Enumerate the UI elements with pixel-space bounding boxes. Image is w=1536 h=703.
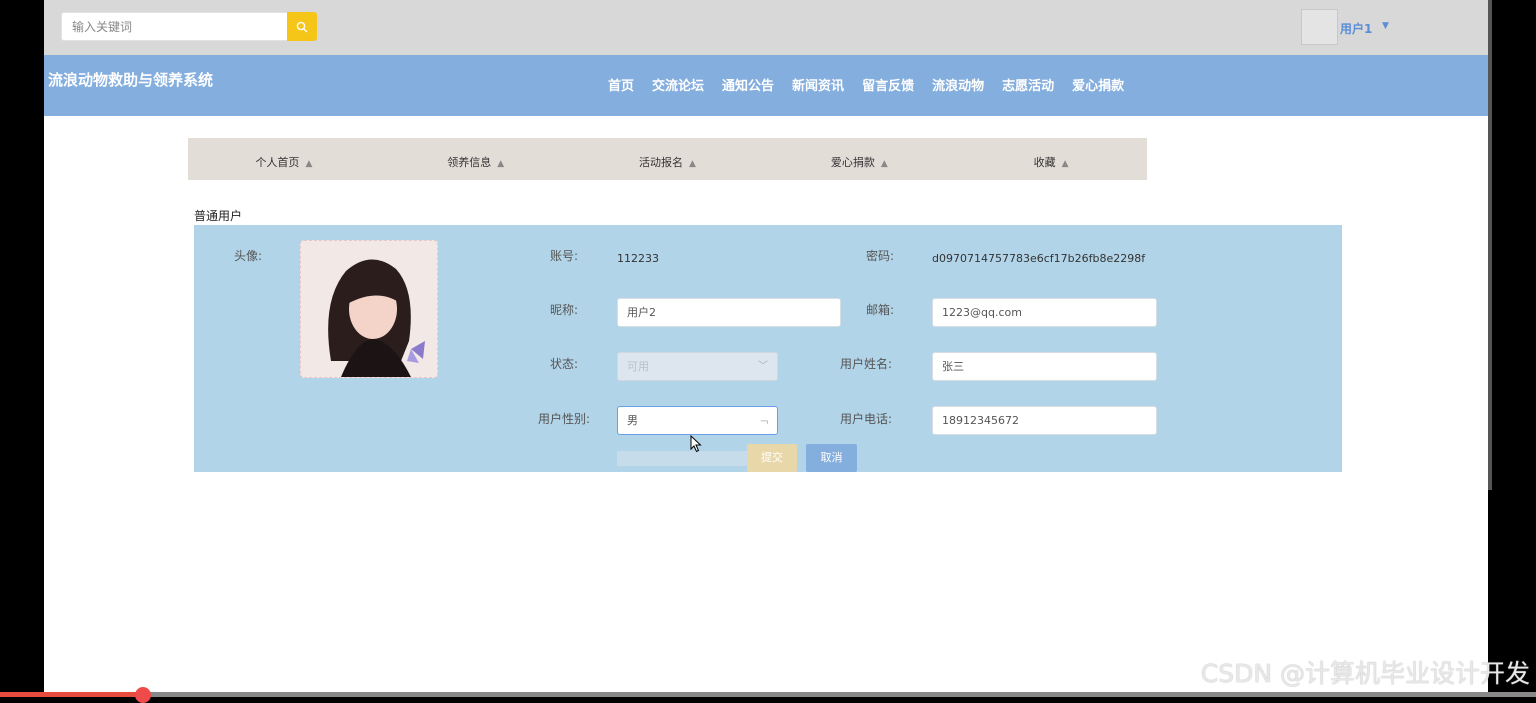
tab-label: 个人首页 (255, 156, 300, 169)
nickname-label: 昵称: (550, 303, 579, 317)
tab-label: 爱心捐款 (830, 156, 875, 169)
nickname-input[interactable]: 用户2 (617, 298, 841, 327)
submit-button[interactable]: 提交 (747, 444, 797, 472)
profile-form: 头像: 账号: 112233 密码: d0970714757783e6cf17b… (194, 225, 1342, 472)
gender-label: 用户性别: (538, 412, 591, 426)
status-value: 可用 (627, 360, 649, 373)
status-label: 状态: (550, 357, 579, 371)
password-label: 密码: (866, 249, 895, 263)
home-icon: ▲ (689, 159, 696, 169)
realname-label: 用户姓名: (840, 357, 893, 371)
gender-select[interactable]: 男 ﹁ (617, 406, 778, 435)
nav-item-notices[interactable]: 通知公告 (722, 75, 774, 94)
watermark: CSDN @计算机毕业设计开发 (1200, 659, 1530, 688)
account-value: 112233 (617, 252, 659, 265)
tab-label: 收藏 (1033, 156, 1056, 169)
phone-label: 用户电话: (840, 412, 893, 426)
tab-label: 领养信息 (447, 156, 492, 169)
progress-handle[interactable] (135, 687, 152, 703)
browser-viewport: 输入关键词 用户1 ▼ 流浪动物救助与领养系统 首页 交流论坛 通知公告 新闻资… (44, 0, 1488, 693)
video-progress-fill (0, 692, 139, 697)
phone-input[interactable]: 18912345672 (932, 406, 1157, 435)
avatar-label: 头像: (234, 249, 263, 263)
search-button[interactable] (287, 12, 317, 41)
tab-activity-signup[interactable]: 活动报名 ▲ (572, 138, 764, 180)
status-select[interactable]: 可用 ﹀ (617, 352, 778, 381)
nav-item-donation[interactable]: 爱心捐款 (1072, 75, 1124, 94)
tab-favorites[interactable]: 收藏 ▲ (955, 138, 1147, 180)
scrollbar[interactable] (1488, 0, 1492, 490)
nav-item-volunteer[interactable]: 志愿活动 (1002, 75, 1054, 94)
home-icon: ▲ (1061, 159, 1069, 169)
cancel-button[interactable]: 取消 (806, 444, 857, 472)
caret-down-icon[interactable]: ▼ (1382, 21, 1389, 31)
top-bar: 输入关键词 用户1 ▼ (44, 0, 1488, 55)
home-icon: ▲ (305, 159, 313, 169)
video-progress-bar[interactable] (0, 692, 1536, 697)
avatar-image (301, 241, 437, 377)
home-icon: ▲ (880, 159, 888, 169)
main-nav-bar: 流浪动物救助与领养系统 首页 交流论坛 通知公告 新闻资讯 留言反馈 流浪动物 … (44, 55, 1488, 116)
search-icon (296, 21, 308, 32)
nav-item-forum[interactable]: 交流论坛 (652, 75, 704, 94)
nav-menu: 首页 交流论坛 通知公告 新闻资讯 留言反馈 流浪动物 志愿活动 爱心捐款 (608, 75, 1142, 94)
nav-item-animals[interactable]: 流浪动物 (932, 75, 984, 94)
chevron-up-icon: ﹁ (758, 415, 768, 426)
dropdown-options-strip[interactable] (617, 451, 747, 466)
tab-personal-home[interactable]: 个人首页 ▲ (188, 138, 380, 180)
email-label: 邮箱: (866, 303, 895, 317)
nav-item-news[interactable]: 新闻资讯 (792, 75, 844, 94)
realname-input[interactable]: 张三 (932, 352, 1157, 381)
tab-adoption-info[interactable]: 领养信息 ▲ (380, 138, 572, 180)
user-avatar[interactable] (1301, 9, 1338, 45)
tab-donation[interactable]: 爱心捐款 ▲ (763, 138, 955, 180)
mouse-cursor-icon (690, 435, 702, 453)
user-center-tabs: 个人首页 ▲ 领养信息 ▲ 活动报名 ▲ 爱心捐款 ▲ 收藏 ▲ (188, 138, 1147, 180)
chevron-down-icon: ﹀ (758, 361, 768, 372)
search-input[interactable]: 输入关键词 (61, 12, 287, 41)
nav-item-feedback[interactable]: 留言反馈 (862, 75, 914, 94)
tab-label: 活动报名 (639, 156, 684, 169)
password-value: d0970714757783e6cf17b26fb8e2298f (932, 252, 1146, 265)
avatar-upload[interactable] (300, 240, 438, 378)
gender-value: 男 (627, 414, 638, 427)
section-label: 普通用户 (194, 209, 243, 223)
nav-item-home[interactable]: 首页 (608, 75, 634, 94)
user-name[interactable]: 用户1 (1340, 20, 1372, 37)
home-icon: ▲ (497, 159, 505, 169)
account-label: 账号: (550, 249, 579, 263)
site-title: 流浪动物救助与领养系统 (48, 71, 214, 89)
email-input[interactable]: 1223@qq.com (932, 298, 1157, 327)
